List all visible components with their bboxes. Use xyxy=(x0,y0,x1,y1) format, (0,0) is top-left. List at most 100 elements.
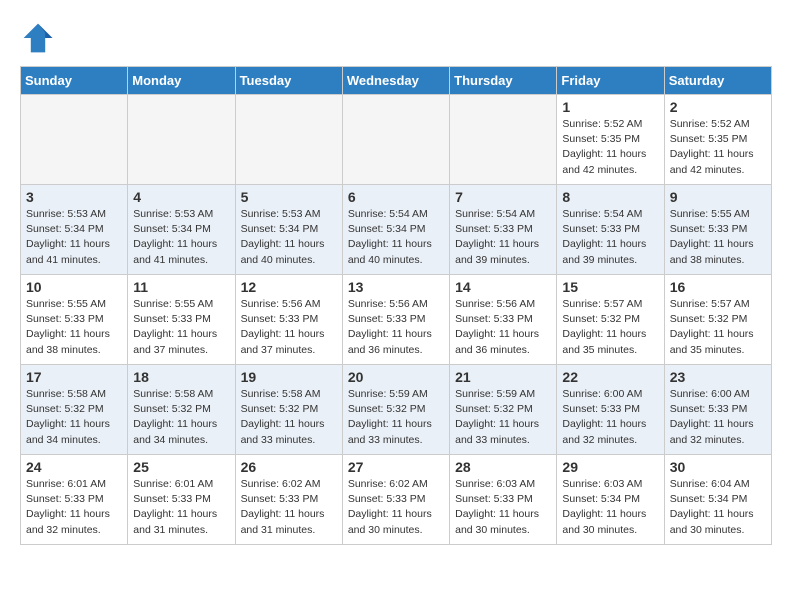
logo xyxy=(20,20,60,56)
day-number: 24 xyxy=(26,459,122,475)
day-number: 14 xyxy=(455,279,551,295)
day-info: Sunrise: 6:00 AM Sunset: 5:33 PM Dayligh… xyxy=(562,387,658,448)
weekday-header: Saturday xyxy=(664,67,771,95)
day-number: 16 xyxy=(670,279,766,295)
day-number: 22 xyxy=(562,369,658,385)
calendar-cell: 5 Sunrise: 5:53 AM Sunset: 5:34 PM Daylig… xyxy=(235,185,342,275)
day-info: Sunrise: 5:56 AM Sunset: 5:33 PM Dayligh… xyxy=(348,297,444,358)
day-info: Sunrise: 5:53 AM Sunset: 5:34 PM Dayligh… xyxy=(241,207,337,268)
day-info: Sunrise: 5:53 AM Sunset: 5:34 PM Dayligh… xyxy=(133,207,229,268)
weekday-header-row: SundayMondayTuesdayWednesdayThursdayFrid… xyxy=(21,67,772,95)
day-info: Sunrise: 5:59 AM Sunset: 5:32 PM Dayligh… xyxy=(348,387,444,448)
calendar-cell: 28Sunrise: 6:03 AM Sunset: 5:33 PM Dayli… xyxy=(450,455,557,545)
calendar-cell: 6 Sunrise: 5:54 AM Sunset: 5:34 PM Daylig… xyxy=(342,185,449,275)
calendar-week-row: 17 Sunrise: 5:58 AM Sunset: 5:32 PM Dayli… xyxy=(21,365,772,455)
day-number: 15 xyxy=(562,279,658,295)
day-number: 21 xyxy=(455,369,551,385)
day-info: Sunrise: 5:54 AM Sunset: 5:33 PM Dayligh… xyxy=(455,207,551,268)
day-number: 30 xyxy=(670,459,766,475)
day-number: 3 xyxy=(26,189,122,205)
day-number: 20 xyxy=(348,369,444,385)
day-number: 10 xyxy=(26,279,122,295)
calendar-cell: 11 Sunrise: 5:55 AM Sunset: 5:33 PM Dayli… xyxy=(128,275,235,365)
weekday-header: Friday xyxy=(557,67,664,95)
day-number: 9 xyxy=(670,189,766,205)
calendar-week-row: 10 Sunrise: 5:55 AM Sunset: 5:33 PM Dayli… xyxy=(21,275,772,365)
calendar-week-row: 3 Sunrise: 5:53 AM Sunset: 5:34 PM Daylig… xyxy=(21,185,772,275)
day-number: 27 xyxy=(348,459,444,475)
calendar-cell: 14 Sunrise: 5:56 AM Sunset: 5:33 PM Dayli… xyxy=(450,275,557,365)
calendar-cell: 3Sunrise: 5:53 AM Sunset: 5:34 PM Daylig… xyxy=(21,185,128,275)
day-number: 5 xyxy=(241,189,337,205)
calendar-cell: 19 Sunrise: 5:58 AM Sunset: 5:32 PM Dayli… xyxy=(235,365,342,455)
calendar-cell: 10 Sunrise: 5:55 AM Sunset: 5:33 PM Dayli… xyxy=(21,275,128,365)
calendar-cell xyxy=(21,95,128,185)
day-info: Sunrise: 5:55 AM Sunset: 5:33 PM Dayligh… xyxy=(670,207,766,268)
calendar-cell: 27 Sunrise: 6:02 AM Sunset: 5:33 PM Dayli… xyxy=(342,455,449,545)
weekday-header: Tuesday xyxy=(235,67,342,95)
day-number: 29 xyxy=(562,459,658,475)
day-info: Sunrise: 5:57 AM Sunset: 5:32 PM Dayligh… xyxy=(562,297,658,358)
day-number: 4 xyxy=(133,189,229,205)
day-info: Sunrise: 6:03 AM Sunset: 5:34 PM Dayligh… xyxy=(562,477,658,538)
day-info: Sunrise: 5:58 AM Sunset: 5:32 PM Dayligh… xyxy=(241,387,337,448)
calendar-cell: 4 Sunrise: 5:53 AM Sunset: 5:34 PM Daylig… xyxy=(128,185,235,275)
day-info: Sunrise: 5:52 AM Sunset: 5:35 PM Dayligh… xyxy=(562,117,658,178)
calendar-cell xyxy=(342,95,449,185)
day-info: Sunrise: 6:04 AM Sunset: 5:34 PM Dayligh… xyxy=(670,477,766,538)
day-info: Sunrise: 5:52 AM Sunset: 5:35 PM Dayligh… xyxy=(670,117,766,178)
day-info: Sunrise: 5:57 AM Sunset: 5:32 PM Dayligh… xyxy=(670,297,766,358)
calendar-week-row: 24 Sunrise: 6:01 AM Sunset: 5:33 PM Dayli… xyxy=(21,455,772,545)
calendar-cell: 25 Sunrise: 6:01 AM Sunset: 5:33 PM Dayli… xyxy=(128,455,235,545)
calendar-cell: 13 Sunrise: 5:56 AM Sunset: 5:33 PM Dayli… xyxy=(342,275,449,365)
calendar-cell: 22 Sunrise: 6:00 AM Sunset: 5:33 PM Dayli… xyxy=(557,365,664,455)
calendar-cell: 20 Sunrise: 5:59 AM Sunset: 5:32 PM Dayli… xyxy=(342,365,449,455)
calendar-cell: 7 Sunrise: 5:54 AM Sunset: 5:33 PM Daylig… xyxy=(450,185,557,275)
day-info: Sunrise: 5:54 AM Sunset: 5:34 PM Dayligh… xyxy=(348,207,444,268)
day-number: 26 xyxy=(241,459,337,475)
weekday-header: Sunday xyxy=(21,67,128,95)
calendar-cell xyxy=(235,95,342,185)
day-info: Sunrise: 5:56 AM Sunset: 5:33 PM Dayligh… xyxy=(455,297,551,358)
day-info: Sunrise: 6:00 AM Sunset: 5:33 PM Dayligh… xyxy=(670,387,766,448)
day-info: Sunrise: 6:01 AM Sunset: 5:33 PM Dayligh… xyxy=(133,477,229,538)
calendar-cell: 15 Sunrise: 5:57 AM Sunset: 5:32 PM Dayli… xyxy=(557,275,664,365)
calendar-cell: 21 Sunrise: 5:59 AM Sunset: 5:32 PM Dayli… xyxy=(450,365,557,455)
day-number: 1 xyxy=(562,99,658,115)
day-number: 8 xyxy=(562,189,658,205)
day-number: 17 xyxy=(26,369,122,385)
day-info: Sunrise: 6:02 AM Sunset: 5:33 PM Dayligh… xyxy=(241,477,337,538)
calendar-cell: 2 Sunrise: 5:52 AM Sunset: 5:35 PM Daylig… xyxy=(664,95,771,185)
calendar-cell: 8 Sunrise: 5:54 AM Sunset: 5:33 PM Daylig… xyxy=(557,185,664,275)
day-info: Sunrise: 6:01 AM Sunset: 5:33 PM Dayligh… xyxy=(26,477,122,538)
calendar-week-row: 1 Sunrise: 5:52 AM Sunset: 5:35 PM Daylig… xyxy=(21,95,772,185)
calendar-cell xyxy=(128,95,235,185)
day-info: Sunrise: 5:55 AM Sunset: 5:33 PM Dayligh… xyxy=(133,297,229,358)
day-number: 19 xyxy=(241,369,337,385)
day-number: 23 xyxy=(670,369,766,385)
day-info: Sunrise: 5:54 AM Sunset: 5:33 PM Dayligh… xyxy=(562,207,658,268)
day-number: 2 xyxy=(670,99,766,115)
day-number: 12 xyxy=(241,279,337,295)
day-number: 7 xyxy=(455,189,551,205)
logo-icon xyxy=(20,20,56,56)
calendar-cell: 26 Sunrise: 6:02 AM Sunset: 5:33 PM Dayli… xyxy=(235,455,342,545)
weekday-header: Wednesday xyxy=(342,67,449,95)
weekday-header: Thursday xyxy=(450,67,557,95)
day-info: Sunrise: 6:02 AM Sunset: 5:33 PM Dayligh… xyxy=(348,477,444,538)
calendar-cell: 9 Sunrise: 5:55 AM Sunset: 5:33 PM Daylig… xyxy=(664,185,771,275)
day-info: Sunrise: 5:55 AM Sunset: 5:33 PM Dayligh… xyxy=(26,297,122,358)
calendar-cell: 24 Sunrise: 6:01 AM Sunset: 5:33 PM Dayli… xyxy=(21,455,128,545)
calendar-cell: 1 Sunrise: 5:52 AM Sunset: 5:35 PM Daylig… xyxy=(557,95,664,185)
day-number: 6 xyxy=(348,189,444,205)
day-number: 28 xyxy=(455,459,551,475)
day-number: 11 xyxy=(133,279,229,295)
day-number: 25 xyxy=(133,459,229,475)
day-info: Sunrise: 5:58 AM Sunset: 5:32 PM Dayligh… xyxy=(133,387,229,448)
day-number: 18 xyxy=(133,369,229,385)
day-info: Sunrise: 5:59 AM Sunset: 5:32 PM Dayligh… xyxy=(455,387,551,448)
weekday-header: Monday xyxy=(128,67,235,95)
calendar-cell: 12Sunrise: 5:56 AM Sunset: 5:33 PM Dayli… xyxy=(235,275,342,365)
calendar-cell: 17Sunrise: 5:58 AM Sunset: 5:32 PM Dayli… xyxy=(21,365,128,455)
day-number: 13 xyxy=(348,279,444,295)
